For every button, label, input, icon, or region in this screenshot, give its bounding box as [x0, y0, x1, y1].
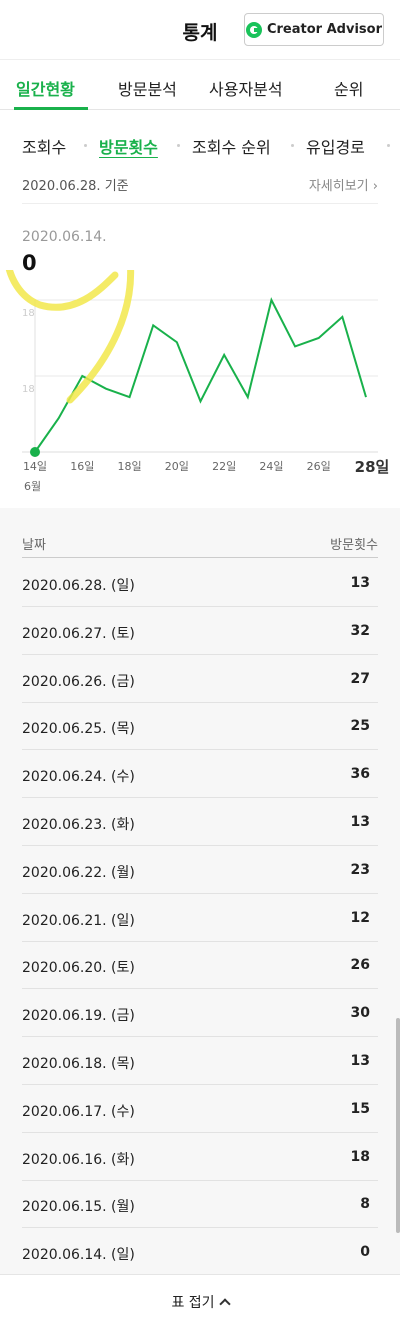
table-row: 2020.06.24. (수) 36: [22, 750, 378, 799]
table-header: 날짜 방문횟수: [22, 528, 378, 558]
subtab-separator: [84, 144, 87, 147]
creator-advisor-logo-icon: [245, 21, 262, 38]
x-tick-label: 14일: [23, 459, 47, 473]
row-visits: 12: [350, 909, 370, 926]
x-tick-label: 20일: [165, 459, 189, 473]
table-row: 2020.06.19. (금) 30: [22, 989, 378, 1038]
subtab-referrer[interactable]: 유입경로: [306, 134, 365, 158]
table-row: 2020.06.28. (일) 13: [22, 559, 378, 607]
row-date: 2020.06.23. (화): [22, 817, 135, 833]
row-visits: 25: [350, 718, 370, 735]
row-visits: 23: [350, 861, 370, 878]
x-tick-label: 28일: [355, 458, 390, 476]
chevron-right-icon: ›: [372, 179, 378, 194]
scrollbar[interactable]: [396, 1018, 400, 1233]
row-visits: 18: [350, 1148, 370, 1165]
row-date: 2020.06.16. (화): [22, 1151, 135, 1168]
table-row: 2020.06.23. (화) 13: [22, 798, 378, 846]
row-date: 2020.06.26. (금): [22, 673, 135, 690]
top-header: 통계 Creator Advisor: [0, 0, 400, 60]
row-date: 2020.06.19. (금): [22, 1008, 135, 1025]
chart-basis-date: 2020.06.28. 기준: [22, 179, 129, 194]
row-date: 2020.06.21. (일): [22, 912, 135, 929]
row-date: 2020.06.27. (토): [22, 625, 135, 642]
subtab-separator: [177, 144, 180, 147]
table-row: 2020.06.15. (월) 8: [22, 1180, 378, 1229]
tab-ranking[interactable]: 순위: [334, 76, 363, 100]
row-visits: 27: [350, 670, 370, 687]
y-tick-label: 18: [22, 308, 35, 319]
tab-user-analysis[interactable]: 사용자분석: [209, 76, 283, 100]
row-visits: 15: [350, 1100, 370, 1117]
table-row: 2020.06.16. (화) 18: [22, 1133, 378, 1181]
subtab-separator: [291, 144, 294, 147]
chevron-up-icon: [218, 1298, 231, 1310]
annotation-scribble: [5, 270, 135, 404]
x-tick-label: 18일: [118, 459, 142, 473]
table-row: 2020.06.26. (금) 27: [22, 655, 378, 703]
x-tick-label: 16일: [70, 459, 94, 473]
row-date: 2020.06.20. (토): [22, 960, 135, 977]
row-visits: 0: [360, 1244, 370, 1261]
row-date: 2020.06.14. (일): [22, 1247, 135, 1264]
row-date: 2020.06.24. (수): [22, 769, 135, 786]
row-date: 2020.06.28. (일): [22, 578, 135, 594]
row-visits: 30: [350, 1005, 370, 1022]
selected-data-point[interactable]: [30, 447, 40, 457]
x-axis-month-label: 6월: [24, 480, 41, 493]
row-date: 2020.06.15. (월): [22, 1199, 135, 1216]
collapse-table-button[interactable]: 표 접기: [0, 1274, 400, 1328]
y-tick-label: 18: [22, 384, 35, 395]
main-tabs: 일간현황 방문분석 사용자분석 순위: [0, 60, 400, 110]
chart-divider: [22, 203, 378, 204]
row-visits: 13: [350, 814, 370, 830]
table-row: 2020.06.14. (일) 0: [22, 1228, 378, 1277]
subtab-view-ranking[interactable]: 조회수 순위: [192, 134, 271, 158]
detail-link-label: 자세히보기: [308, 179, 369, 194]
table-row: 2020.06.22. (월) 23: [22, 846, 378, 894]
column-header-visits: 방문횟수: [330, 538, 378, 553]
tab-visit-analysis[interactable]: 방문분석: [118, 76, 177, 100]
collapse-table-label: 표 접기: [171, 1294, 215, 1311]
row-date: 2020.06.22. (월): [22, 864, 135, 881]
row-visits: 8: [360, 1196, 370, 1213]
sub-tabs: 조회수 방문횟수 조회수 순위 유입경로: [0, 110, 400, 172]
table-row: 2020.06.18. (목) 13: [22, 1037, 378, 1085]
table-row: 2020.06.27. (토) 32: [22, 607, 378, 655]
creator-advisor-button[interactable]: Creator Advisor: [244, 13, 384, 46]
row-date: 2020.06.17. (수): [22, 1103, 135, 1120]
data-table: 날짜 방문횟수 2020.06.28. (일) 13 2020.06.27. (토)…: [0, 508, 400, 1277]
tab-daily-status[interactable]: 일간현황: [16, 76, 75, 100]
row-visits: 13: [350, 1053, 370, 1069]
subtab-separator: [387, 144, 390, 147]
row-date: 2020.06.25. (목): [22, 721, 135, 738]
row-date: 2020.06.18. (목): [22, 1056, 135, 1072]
table-row: 2020.06.25. (목) 25: [22, 702, 378, 751]
x-tick-label: 24일: [259, 459, 283, 473]
table-row: 2020.06.21. (일) 12: [22, 894, 378, 942]
subtab-visits[interactable]: 방문횟수: [99, 134, 158, 158]
creator-advisor-label: Creator Advisor: [266, 22, 382, 37]
table-row: 2020.06.17. (수) 15: [22, 1085, 378, 1133]
detail-link[interactable]: 자세히보기 ›: [309, 175, 378, 194]
table-row: 2020.06.20. (토) 26: [22, 941, 378, 990]
row-visits: 36: [350, 766, 370, 783]
row-visits: 32: [350, 622, 370, 639]
x-tick-label: 26일: [307, 459, 331, 473]
row-visits: 13: [350, 575, 370, 591]
row-visits: 26: [350, 957, 370, 974]
x-tick-label: 22일: [212, 459, 236, 473]
selected-date: 2020.06.14.: [22, 229, 107, 245]
visits-line-chart[interactable]: 18 18 14일 16일 18일 20일 22일 24일 26일 28일 6월: [0, 270, 400, 500]
column-header-date: 날짜: [22, 538, 46, 553]
subtab-views[interactable]: 조회수: [22, 134, 66, 158]
